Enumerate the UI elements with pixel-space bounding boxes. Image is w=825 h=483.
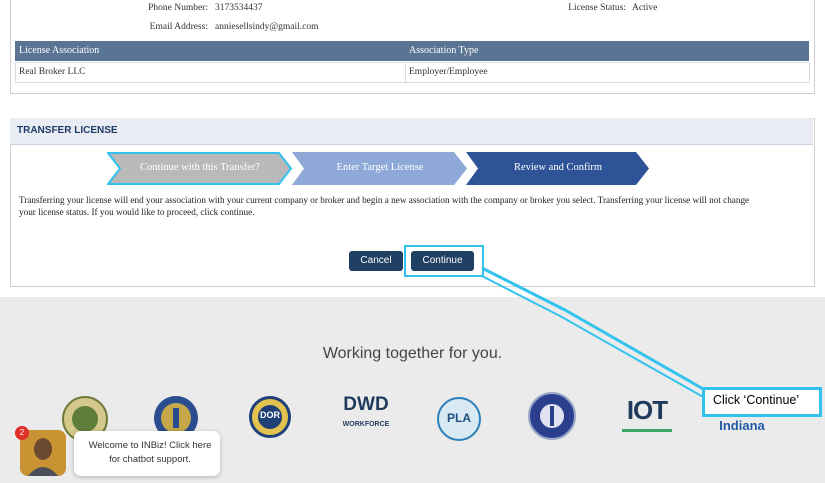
callout-box: Click ‘Continue’	[702, 387, 822, 417]
callout-text: Click ‘Continue’	[713, 393, 800, 407]
chatbot-message-bubble[interactable]: Welcome to INBiz! Click here for chatbot…	[74, 431, 220, 476]
chatbot-notification-badge: 2	[15, 426, 29, 440]
chatbot-message-text: Welcome to INBiz! Click here for chatbot…	[88, 440, 212, 465]
